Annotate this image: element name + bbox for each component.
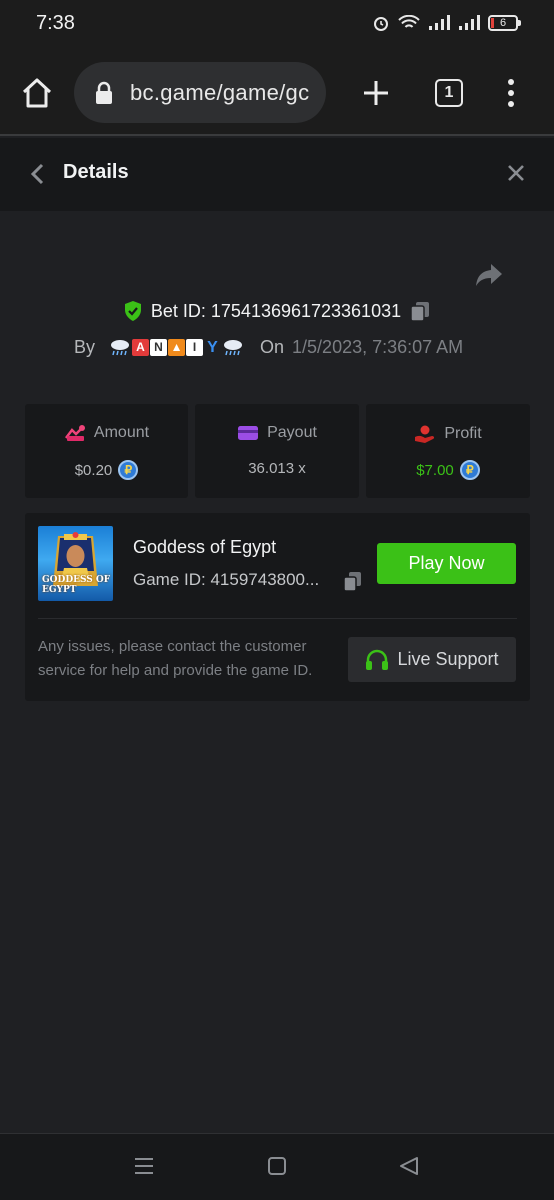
new-tab-icon[interactable] [360, 75, 392, 111]
back-chevron-icon[interactable] [28, 162, 48, 186]
alarm-icon [374, 17, 388, 31]
signal-icon-2 [459, 15, 480, 30]
signal-icon [429, 15, 450, 30]
home-icon[interactable] [20, 76, 54, 110]
username[interactable]: A N ▲ I Y [109, 338, 244, 356]
home-nav-icon[interactable] [267, 1156, 287, 1176]
profit-card: Profit $7.00 ₽ [366, 404, 530, 498]
back-nav-icon[interactable] [398, 1156, 420, 1176]
thumb-title-2: EGYPT [42, 585, 77, 595]
headset-icon [366, 649, 389, 670]
profit-hand-icon [415, 425, 435, 443]
url-bar[interactable]: bc.game/game/gc [74, 62, 326, 123]
payout-card: Payout 36.013 x [195, 404, 359, 498]
live-support-button[interactable]: Live Support [348, 637, 516, 682]
system-nav-bar [0, 1133, 554, 1200]
amount-value: $0.20 [74, 461, 113, 479]
profit-value: $7.00 [416, 461, 454, 479]
copy-game-id-icon[interactable] [343, 571, 363, 593]
username-letter: I [186, 338, 204, 356]
by-label: By [74, 336, 96, 357]
tab-switcher-button[interactable]: 1 [435, 79, 463, 107]
game-id: Game ID: 4159743800... [133, 570, 320, 589]
details-header: Details [0, 138, 554, 211]
status-icons: 6 [372, 14, 521, 32]
cloud-icon [224, 340, 243, 356]
bet-id: Bet ID: 1754136961723361031 [150, 300, 402, 321]
amount-icon [64, 425, 85, 441]
amount-card: Amount $0.20 ₽ [25, 404, 188, 498]
username-letter: ▲ [168, 338, 186, 356]
payout-value: 36.013 x [248, 460, 306, 477]
battery-icon: 6 [488, 15, 521, 31]
wifi-icon [398, 15, 420, 28]
bet-id-row: Bet ID: 1754136961723361031 [0, 300, 554, 322]
page-title: Details [63, 161, 129, 183]
bet-date: 1/5/2023, 7:36:07 AM [292, 336, 464, 357]
coin-icon: ₽ [459, 460, 480, 480]
support-hint: Any issues, please contact the customer … [38, 638, 313, 679]
username-letter: Y [207, 338, 218, 356]
bet-meta-row: By A N ▲ I Y On 1/5/2023, 7:36:07 AM [74, 334, 534, 360]
browser-bar: bc.game/game/gc 1 [0, 50, 554, 136]
cloud-icon [111, 340, 130, 356]
play-now-button[interactable]: Play Now [377, 543, 516, 584]
verified-shield-icon [124, 301, 141, 321]
live-support-label: Live Support [397, 649, 499, 669]
on-label: On [260, 336, 285, 357]
amount-label: Amount [93, 424, 150, 441]
share-icon[interactable] [474, 262, 504, 288]
url-text: bc.game/game/gc [130, 80, 310, 105]
payout-label: Payout [267, 424, 317, 441]
game-card: GODDESS OF EGYPT Goddess of Egypt Game I… [25, 513, 530, 701]
game-name: Goddess of Egypt [133, 537, 277, 557]
thumb-title-1: GODDESS OF [42, 575, 111, 585]
status-bar: 7:38 6 [0, 0, 554, 50]
status-time: 7:38 [36, 12, 75, 34]
coin-icon: ₽ [118, 460, 139, 480]
lock-icon [96, 81, 112, 104]
payout-icon [238, 426, 259, 440]
profit-label: Profit [444, 425, 482, 442]
recent-apps-icon[interactable] [133, 1156, 155, 1176]
username-letter: A [132, 338, 150, 356]
username-letter: N [150, 338, 168, 356]
more-menu-icon[interactable] [502, 76, 520, 110]
game-thumbnail[interactable]: GODDESS OF EGYPT [38, 526, 113, 601]
close-icon[interactable] [505, 162, 527, 184]
divider [38, 618, 517, 619]
copy-bet-id-icon[interactable] [409, 300, 431, 322]
